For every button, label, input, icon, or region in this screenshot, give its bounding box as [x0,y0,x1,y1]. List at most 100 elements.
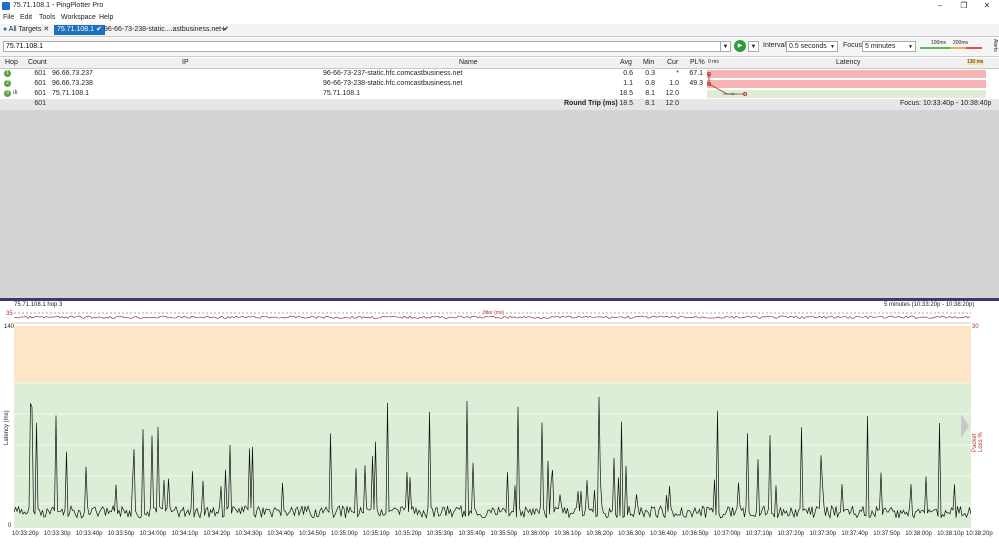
col-hop[interactable]: Hop [5,59,18,66]
y-max-label: 140 [4,324,15,330]
col-pl[interactable]: PL% [690,59,705,66]
cur-cell: * [676,70,679,77]
col-min[interactable]: Min [643,59,654,66]
close-button[interactable]: ✕ [975,0,999,12]
col-count[interactable]: Count [28,59,47,66]
collapse-arrow-icon[interactable] [961,414,969,438]
y2-max-label: 30 [972,324,979,330]
ip-cell: 96.66.73.238 [52,80,93,87]
x-tick-label: 10:38:20p [966,531,993,537]
pl-cell: 49.3 [689,80,703,87]
name-cell: 75.71.108.1 [323,90,360,97]
menu-edit[interactable]: Edit [20,14,32,21]
summary-count: 601 [34,100,46,107]
x-tick-label: 10:37:20p [777,531,805,537]
x-tick-label: 10:34:10p [171,531,199,537]
count-cell: 601 [34,90,46,97]
tab-75-71-108-1[interactable]: 75.71.108.1 ✔ [54,25,105,35]
col-avg[interactable]: Avg [620,59,632,66]
ip-cell: 75.71.108.1 [52,90,89,97]
interval-select[interactable]: 0.5 seconds ▼ [786,41,838,52]
x-tick-label: 10:36:00p [522,531,550,537]
count-cell: 601 [34,80,46,87]
x-tick-label: 10:37:40p [841,531,869,537]
chevron-down-icon[interactable]: ▼ [720,41,731,52]
x-tick-label: 10:37:50p [873,531,900,537]
add-tab-button[interactable]: + [218,25,229,35]
play-options-dropdown[interactable]: ▼ [748,41,759,52]
jitter-label: Jitter (ms) [482,310,505,316]
summary-min: 8.1 [645,100,655,107]
col-name[interactable]: Name [459,59,478,66]
hop-number: 2 [4,80,11,87]
latency-trend-graph: × [707,72,747,98]
x-tick-label: 10:38:00p [905,531,932,537]
scale-red-bar [966,47,982,49]
col-ip[interactable]: IP [182,59,189,66]
menu-help[interactable]: Help [99,14,113,21]
app-icon [2,2,10,10]
min-cell: 8.1 [645,90,655,97]
x-tick-label: 10:34:50p [299,531,326,537]
play-icon[interactable]: ▶ [734,40,746,52]
x-tick-label: 10:33:40p [75,531,103,537]
menu-file[interactable]: File [3,14,14,21]
x-tick-label: 10:34:20p [203,531,231,537]
focus-select[interactable]: 5 minutes ▼ [862,41,916,52]
maximize-button[interactable]: ❐ [952,0,976,12]
tab-label: All Targets [8,26,42,33]
min-cell: 0.8 [645,80,655,87]
min-cell: 0.3 [645,70,655,77]
x-tick-label: 10:35:10p [362,531,390,537]
latency-graph[interactable] [14,326,971,528]
tab-label: 96-66-73-238-static....astbusiness.net [104,26,222,33]
x-tick-label: 10:35:00p [331,531,358,537]
alerts-tab[interactable]: Alerts [988,39,998,55]
col-cur[interactable]: Cur [667,59,678,66]
scale-orange-bar [950,47,966,49]
table-empty-area [0,110,999,298]
x-tick-label: 10:36:20p [586,531,613,537]
ip-cell: 96.66.73.237 [52,70,93,77]
x-tick-label: 10:35:50p [490,531,518,537]
cur-cell: 1.0 [669,80,679,87]
menu-workspace[interactable]: Workspace [61,14,96,21]
name-cell: 96-66-73-238-static.hfc.comcastbusiness.… [323,80,463,87]
scale-200-label: 200ms [953,40,969,46]
tab-bar: ● All Targets ✕ 75.71.108.1 ✔ 96-66-73-2… [0,24,999,37]
x-tick-label: 10:33:50p [107,531,135,537]
target-input[interactable] [3,41,727,52]
close-icon[interactable]: ✕ [43,26,49,33]
scale-100-label: 100ms [931,40,947,46]
avg-cell: 0.6 [623,70,633,77]
warning-zone [14,326,971,383]
latency-scale-legend: 100ms 200ms [920,40,984,52]
title-bar: 75.71.108.1 - PingPlotter Pro – ❐ ✕ [0,0,999,12]
tab-96-66-73-238[interactable]: 96-66-73-238-static....astbusiness.net ✔ [101,25,232,35]
tab-all-targets[interactable]: ● All Targets ✕ [0,25,52,35]
latency-end-label: 130 ms [967,59,984,65]
summary-label: Round Trip (ms) [564,100,618,107]
menu-tools[interactable]: Tools [39,14,55,21]
interval-label: Interval [763,42,786,49]
focus-label: Focus [843,42,863,49]
minimize-button[interactable]: – [928,0,952,12]
jitter-series-line [14,315,971,319]
x-tick-label: 10:36:30p [618,531,645,537]
x-axis: 10:33:20p 10:33:30p 10:33:40p 10:33:50p 10:3… [0,530,999,544]
col-latency[interactable]: Latency [836,59,861,66]
y2-axis-label: Packet Loss % [972,432,984,452]
y-min-label: 0 [8,523,12,529]
x-tick-label: 10:35:30p [426,531,454,537]
x-tick-label: 10:37:00p [713,531,741,537]
menu-bar: File Edit Tools Workspace Help [0,13,999,23]
hop-number: 1 [4,70,11,77]
graph-title: 75.71.108.1 hop 3 [14,302,63,308]
graph-header: 75.71.108.1 hop 3 5 minutes (10:33:20p -… [0,301,999,309]
x-tick-label: 10:33:30p [43,531,71,537]
cur-cell: 12.0 [665,90,679,97]
name-cell: 96-66-73-237-static.hfc.comcastbusiness.… [323,70,463,77]
focus-value: 5 minutes [865,43,896,50]
count-cell: 601 [34,70,46,77]
bar-graph-icon: ılı [13,90,18,96]
